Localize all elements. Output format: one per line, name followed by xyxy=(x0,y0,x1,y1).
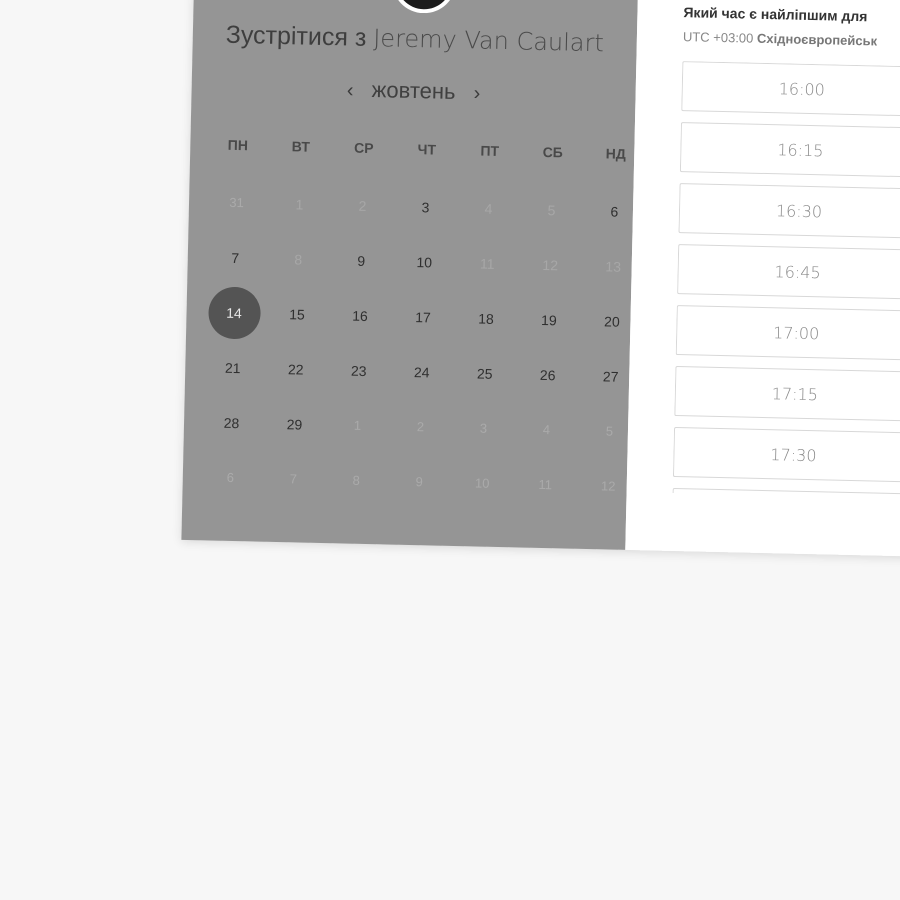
weekday-label: СР xyxy=(353,139,374,157)
page-title: Зустрітися з Jeremy Van Caulart xyxy=(193,20,638,59)
calendar-day-outside: 10 xyxy=(474,475,490,491)
calendar-day[interactable]: 9 xyxy=(329,248,393,304)
calendar-day-outside: 31 xyxy=(229,194,244,211)
time-prompt: Який час є найліпшим для xyxy=(683,4,868,25)
calendar-day[interactable]: 15 xyxy=(265,302,329,358)
weekday-label: ВТ xyxy=(291,138,311,155)
time-slot-button[interactable]: 16:00 xyxy=(681,61,900,117)
avatar xyxy=(391,0,457,14)
weekday-label: ПН xyxy=(227,136,249,154)
weekday-header: ПН ВТ СР ЧТ ПТ СБ НД xyxy=(206,136,646,162)
calendar-day-outside: 6 xyxy=(226,469,235,486)
time-slot-button[interactable]: 17:15 xyxy=(674,366,900,422)
time-slot-button[interactable] xyxy=(672,487,900,499)
timezone-label[interactable]: UTC +03:00 Східноєвропейськ xyxy=(683,29,878,48)
calendar-day-unavailable: 2 xyxy=(358,197,367,214)
calendar-day-outside: 8 xyxy=(352,472,361,488)
calendar-day[interactable]: 19 xyxy=(516,307,580,363)
chevron-left-icon[interactable]: ‹ xyxy=(335,79,366,103)
time-slot-button[interactable]: 16:45 xyxy=(677,244,900,300)
calendar-grid: 31 1 2 3 4 5 6 7 8 9 10 11 12 13 14 15 1… xyxy=(198,190,645,530)
time-slots-panel: Який час є найліпшим для UTC +03:00 Схід… xyxy=(625,0,900,558)
time-slot-button[interactable]: 17:30 xyxy=(672,426,900,483)
calendar-day-outside: 11 xyxy=(538,476,553,493)
host-name: Jeremy Van Caulart xyxy=(372,24,605,58)
scheduling-widget: Зустрітися з Jeremy Van Caulart ‹ жовтен… xyxy=(181,0,900,558)
calendar-day-unavailable: 11 xyxy=(479,255,495,272)
time-slot-button[interactable]: 16:15 xyxy=(679,122,900,178)
calendar-day[interactable]: 3 xyxy=(393,195,457,251)
weekday-label: СБ xyxy=(542,143,564,161)
title-prefix: Зустрітися з xyxy=(225,20,367,52)
calendar-day[interactable]: 26 xyxy=(515,362,579,418)
calendar-day-selected[interactable]: 14 xyxy=(202,286,266,356)
calendar-day[interactable]: 28 xyxy=(199,410,263,466)
calendar-day[interactable]: 29 xyxy=(262,412,326,468)
calendar-day[interactable]: 10 xyxy=(392,250,456,306)
chevron-right-icon[interactable]: › xyxy=(461,82,492,106)
month-navigation: ‹ жовтень › xyxy=(191,73,635,109)
month-label: жовтень xyxy=(371,77,456,104)
weekday-label: ПТ xyxy=(480,142,500,159)
calendar-day-outside: 3 xyxy=(479,420,488,436)
time-slot-list[interactable]: 16:00 16:15 16:30 16:45 17:00 17:15 17:3… xyxy=(672,61,900,499)
calendar-day[interactable]: 24 xyxy=(389,360,453,416)
calendar-day-outside: 9 xyxy=(415,474,424,490)
calendar-day-outside: 4 xyxy=(542,422,551,438)
calendar-day[interactable]: 21 xyxy=(200,355,264,411)
timezone-name: Східноєвропейськ xyxy=(756,30,878,49)
time-slot-button[interactable]: 16:30 xyxy=(678,183,900,239)
calendar-day-unavailable: 12 xyxy=(542,256,559,274)
calendar-day-unavailable: 5 xyxy=(547,202,556,219)
time-slot-button[interactable]: 17:00 xyxy=(675,305,900,361)
calendar-day-outside: 1 xyxy=(353,417,362,433)
calendar-day-outside: 2 xyxy=(416,419,425,435)
calendar-day[interactable]: 23 xyxy=(326,358,390,414)
page: Зустрітися з Jeremy Van Caulart ‹ жовтен… xyxy=(0,0,900,900)
calendar-panel: Зустрітися з Jeremy Van Caulart ‹ жовтен… xyxy=(181,0,639,550)
calendar-day[interactable]: 22 xyxy=(263,357,327,413)
calendar-day-outside: 7 xyxy=(289,471,298,487)
calendar-day[interactable]: 25 xyxy=(452,361,516,417)
calendar-day-unavailable: 4 xyxy=(484,200,493,217)
weekday-label: ЧТ xyxy=(417,141,437,158)
calendar-day-unavailable: 8 xyxy=(294,251,303,268)
calendar-day-unavailable: 1 xyxy=(295,196,304,213)
timezone-offset: UTC +03:00 xyxy=(682,29,754,46)
calendar-day[interactable]: 18 xyxy=(454,306,518,362)
calendar-day[interactable]: 17 xyxy=(391,305,455,361)
calendar-day[interactable]: 16 xyxy=(328,303,392,359)
